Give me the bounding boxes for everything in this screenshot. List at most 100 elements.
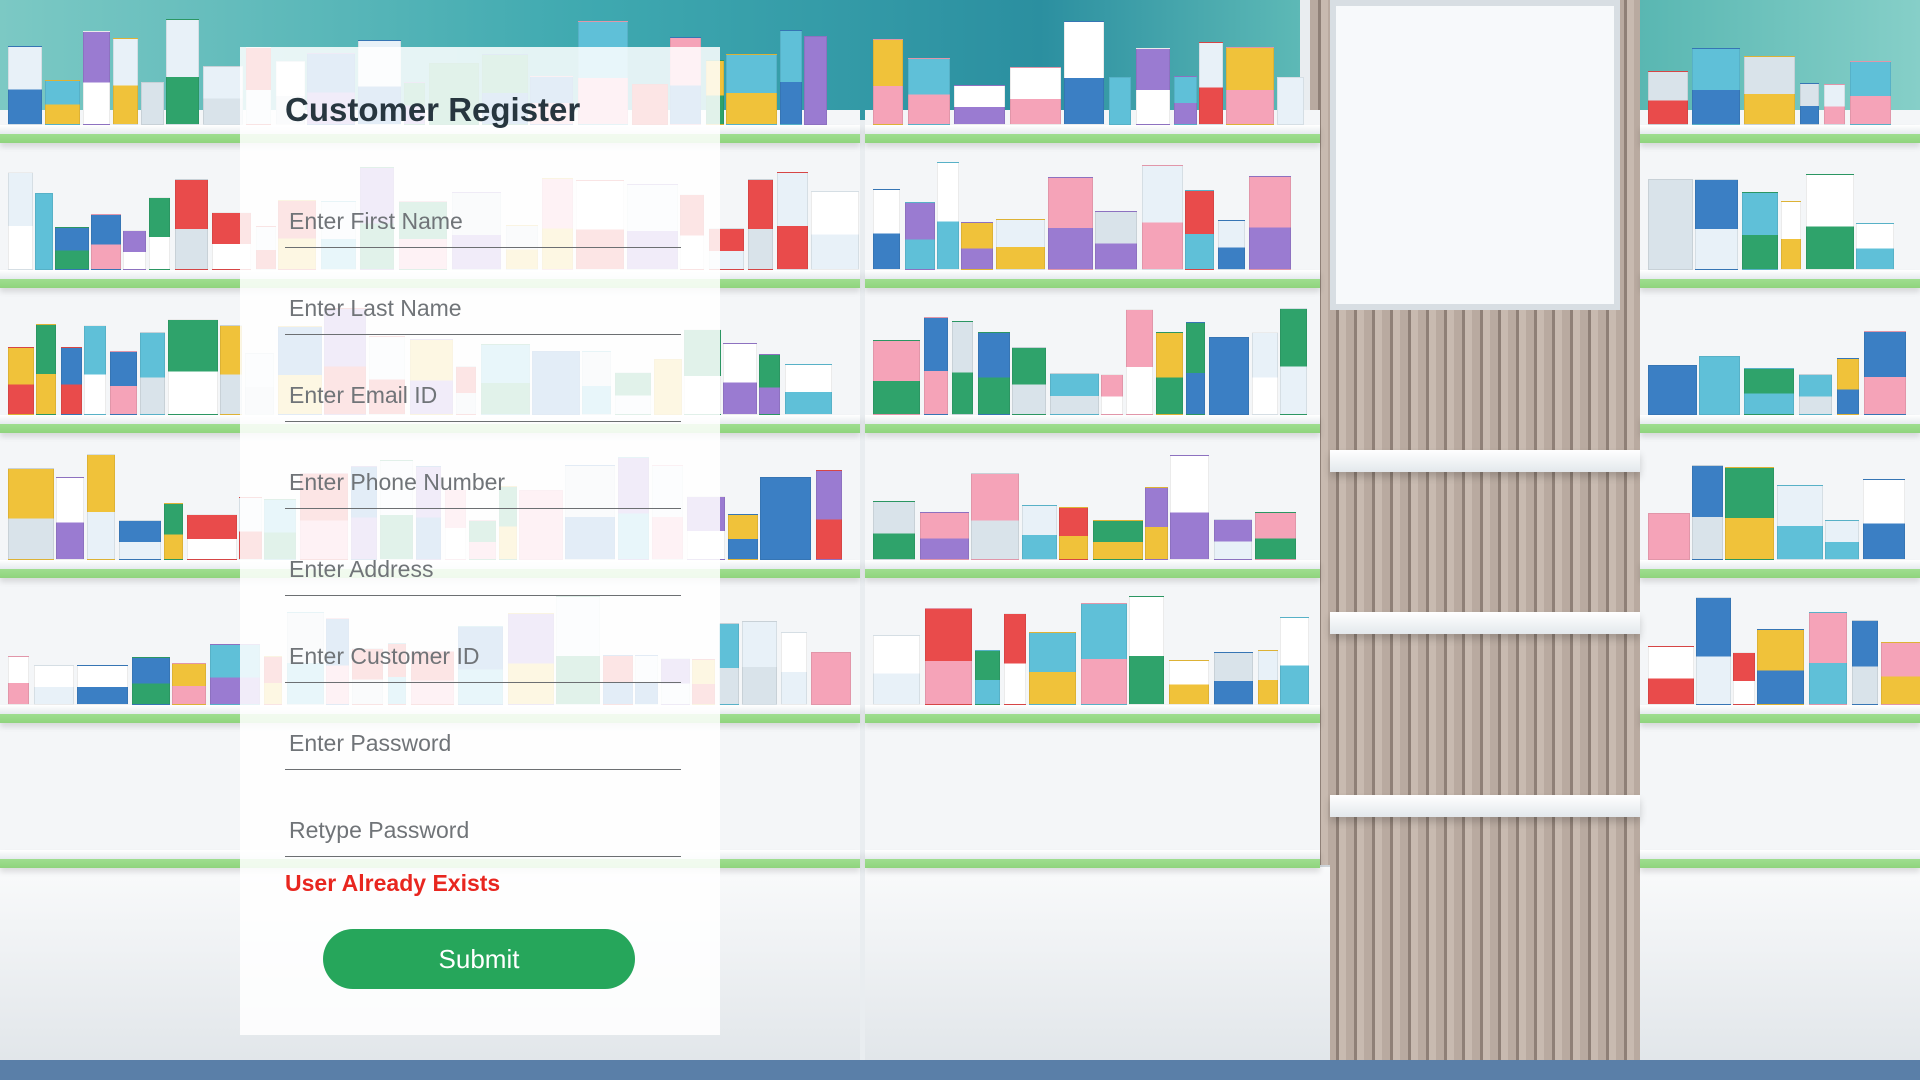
background-product-box [978, 332, 1010, 415]
background-product-box [140, 332, 165, 415]
background-product-box [952, 321, 973, 415]
register-form-panel: Customer Register User Already Exists Su… [240, 47, 720, 1035]
background-product-box [1648, 646, 1694, 705]
background-product-box [1733, 652, 1755, 705]
background-product-box [1648, 179, 1693, 270]
background-product-box [1169, 660, 1209, 705]
background-product-box [1744, 368, 1794, 415]
background-product-box [728, 514, 758, 560]
background-product-box [1806, 174, 1854, 270]
background-product-box [1218, 220, 1245, 270]
background-product-box [123, 230, 146, 270]
background-product-box [760, 477, 811, 560]
background-shelf [865, 415, 1320, 433]
background-product-box [924, 317, 948, 415]
background-product-box [1824, 84, 1845, 125]
background-product-box [8, 172, 33, 270]
background-floating-shelf [1330, 450, 1640, 472]
background-floor [0, 1060, 1920, 1080]
background-product-box [873, 340, 920, 415]
background-product-box [1696, 597, 1731, 705]
background-product-box [8, 468, 54, 560]
background-product-box [1852, 620, 1878, 705]
background-product-box [726, 54, 777, 125]
background-product-box [1101, 374, 1123, 415]
background-floating-shelf [1330, 795, 1640, 817]
background-product-box [873, 189, 900, 270]
email-input[interactable] [285, 370, 681, 422]
background-shelf [1640, 270, 1920, 288]
last-name-input[interactable] [285, 283, 681, 335]
background-product-box [811, 652, 851, 705]
background-product-box [1059, 507, 1088, 560]
first-name-input[interactable] [285, 196, 681, 248]
background-product-box [1280, 617, 1309, 705]
background-product-box [1249, 176, 1291, 270]
background-product-box [1258, 650, 1278, 705]
background-product-box [781, 632, 807, 705]
background-product-box [1695, 179, 1738, 270]
background-product-box [777, 172, 808, 270]
background-product-box [1214, 519, 1252, 560]
background-product-box [1012, 347, 1046, 415]
background-product-box [975, 650, 1000, 705]
background-cabinet-right [1640, 865, 1920, 1080]
background-product-box [971, 473, 1019, 560]
background-product-box [908, 58, 950, 125]
form-title: Customer Register [285, 91, 581, 128]
background-product-box [175, 179, 208, 270]
background-product-box [1004, 613, 1026, 705]
background-product-box [1142, 165, 1183, 270]
background-product-box [45, 80, 80, 125]
background-product-box [113, 38, 138, 125]
background-product-box [1050, 373, 1099, 415]
background-product-box [1081, 603, 1127, 705]
phone-input[interactable] [285, 457, 681, 509]
background-product-box [166, 19, 199, 125]
background-product-box [149, 197, 170, 270]
background-product-box [1126, 309, 1153, 415]
background-product-box [164, 503, 183, 560]
background-product-box [759, 354, 780, 415]
background-product-box [220, 325, 242, 415]
background-product-box [1825, 520, 1859, 560]
background-product-box [1145, 487, 1168, 560]
background-product-box [1109, 77, 1131, 125]
background-product-box [1777, 485, 1823, 560]
retype-password-input[interactable] [285, 805, 681, 857]
address-input[interactable] [285, 544, 681, 596]
background-product-box [35, 193, 53, 270]
password-input[interactable] [285, 718, 681, 770]
submit-button[interactable]: Submit [323, 929, 635, 989]
background-product-box [780, 30, 802, 125]
background-shelf [1640, 125, 1920, 143]
background-product-box [1856, 223, 1894, 270]
background-product-box [1064, 21, 1104, 125]
background-product-box [816, 470, 842, 560]
background-product-box [1280, 308, 1307, 415]
background-product-box [1781, 201, 1801, 270]
background-product-box [920, 512, 969, 560]
background-product-box [83, 31, 110, 125]
background-shelf [865, 850, 1320, 868]
background-shelf [1640, 705, 1920, 723]
background-product-box [1174, 76, 1197, 125]
background-floating-shelf [1330, 612, 1640, 634]
background-product-box [1757, 629, 1804, 705]
background-product-box [1800, 83, 1819, 125]
background-product-box [61, 347, 82, 415]
background-shelf [1640, 560, 1920, 578]
background-shelf [1640, 850, 1920, 868]
background-product-box [742, 621, 777, 705]
background-product-box [996, 219, 1045, 270]
background-product-box [1252, 332, 1278, 415]
background-product-box [8, 656, 29, 705]
background-product-box [8, 347, 34, 415]
background-shelf [865, 125, 1320, 143]
background-product-box [87, 454, 115, 560]
error-message: User Already Exists [285, 870, 501, 896]
customer-id-input[interactable] [285, 631, 681, 683]
background-product-box [1648, 513, 1690, 560]
background-product-box [811, 191, 859, 270]
background-product-box [1010, 67, 1061, 125]
